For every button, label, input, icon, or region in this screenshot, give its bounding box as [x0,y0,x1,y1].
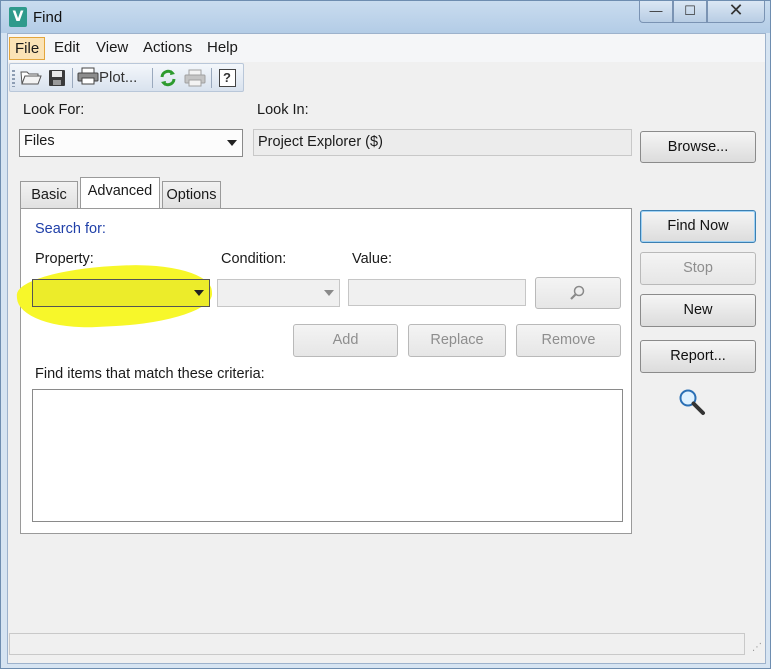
remove-button[interactable]: Remove [516,324,621,357]
open-folder-icon [20,71,42,85]
maximize-icon: ☐ [684,3,696,18]
chevron-down-icon [227,140,237,146]
title-bar[interactable]: V Find — ☐ ✕ [1,1,770,33]
look-for-value: Files [24,133,55,149]
stop-button[interactable]: Stop [640,252,756,285]
close-button[interactable]: ✕ [707,1,765,23]
search-property-icon [570,285,585,300]
dialog-client-area: File Edit View Actions Help Plot... ? Lo… [7,33,766,664]
property-label: Property: [35,251,94,267]
tab-advanced[interactable]: Advanced [80,177,160,208]
find-window: V Find — ☐ ✕ File Edit View Actions Help [0,0,771,669]
magnifier-icon [679,389,705,415]
condition-combo[interactable] [217,279,340,307]
print-disabled-icon [184,69,206,87]
property-combo[interactable] [32,279,210,307]
search-for-label: Search for: [35,221,106,237]
open-button[interactable] [19,67,43,89]
menu-help[interactable]: Help [202,37,243,60]
browse-button[interactable]: Browse... [640,131,756,163]
look-for-combo[interactable]: Files [19,129,243,157]
plot-label: Plot... [99,69,138,86]
menu-edit[interactable]: Edit [49,37,85,60]
toolbar-grip[interactable] [12,70,15,87]
property-picker-button[interactable] [535,277,621,309]
find-now-button[interactable]: Find Now [640,210,756,243]
chevron-down-icon [324,290,334,296]
refresh-button[interactable] [156,67,180,89]
menu-bar: File Edit View Actions Help [8,34,765,62]
toolbar-separator [152,68,153,88]
plot-button[interactable]: Plot... [77,67,149,89]
resize-grip-icon[interactable]: ⋰ [752,642,764,654]
maximize-button[interactable]: ☐ [673,1,707,23]
condition-label: Condition: [221,251,287,267]
new-button[interactable]: New [640,294,756,327]
help-button[interactable]: ? [216,67,238,89]
look-in-field: Project Explorer ($) [253,129,632,156]
printer-icon [77,67,99,85]
toolbar-separator [211,68,212,88]
chevron-down-icon [194,290,204,296]
print-button[interactable] [183,67,207,89]
add-button[interactable]: Add [293,324,398,357]
value-label: Value: [352,251,393,267]
criteria-label: Find items that match these criteria: [35,366,265,382]
menu-actions[interactable]: Actions [138,37,197,60]
close-icon: ✕ [728,0,744,21]
help-icon: ? [218,69,236,87]
report-button[interactable]: Report... [640,340,756,373]
save-button[interactable] [46,67,68,89]
look-for-label: Look For: [23,102,85,118]
minimize-button[interactable]: — [639,1,673,23]
tab-basic[interactable]: Basic [20,181,78,209]
tab-options[interactable]: Options [162,181,221,209]
refresh-icon [160,69,176,87]
replace-button[interactable]: Replace [408,324,506,357]
toolbar-separator [72,68,73,88]
look-in-label: Look In: [257,102,309,118]
vault-app-icon: V [9,7,27,27]
criteria-list[interactable] [32,389,623,522]
status-bar [9,633,745,655]
menu-view[interactable]: View [91,37,133,60]
value-field[interactable] [348,279,526,306]
save-icon [49,70,65,86]
window-title: Find [33,9,63,26]
minimize-icon: — [649,3,663,18]
toolbar: Plot... ? [9,63,244,92]
menu-file[interactable]: File [9,37,46,60]
